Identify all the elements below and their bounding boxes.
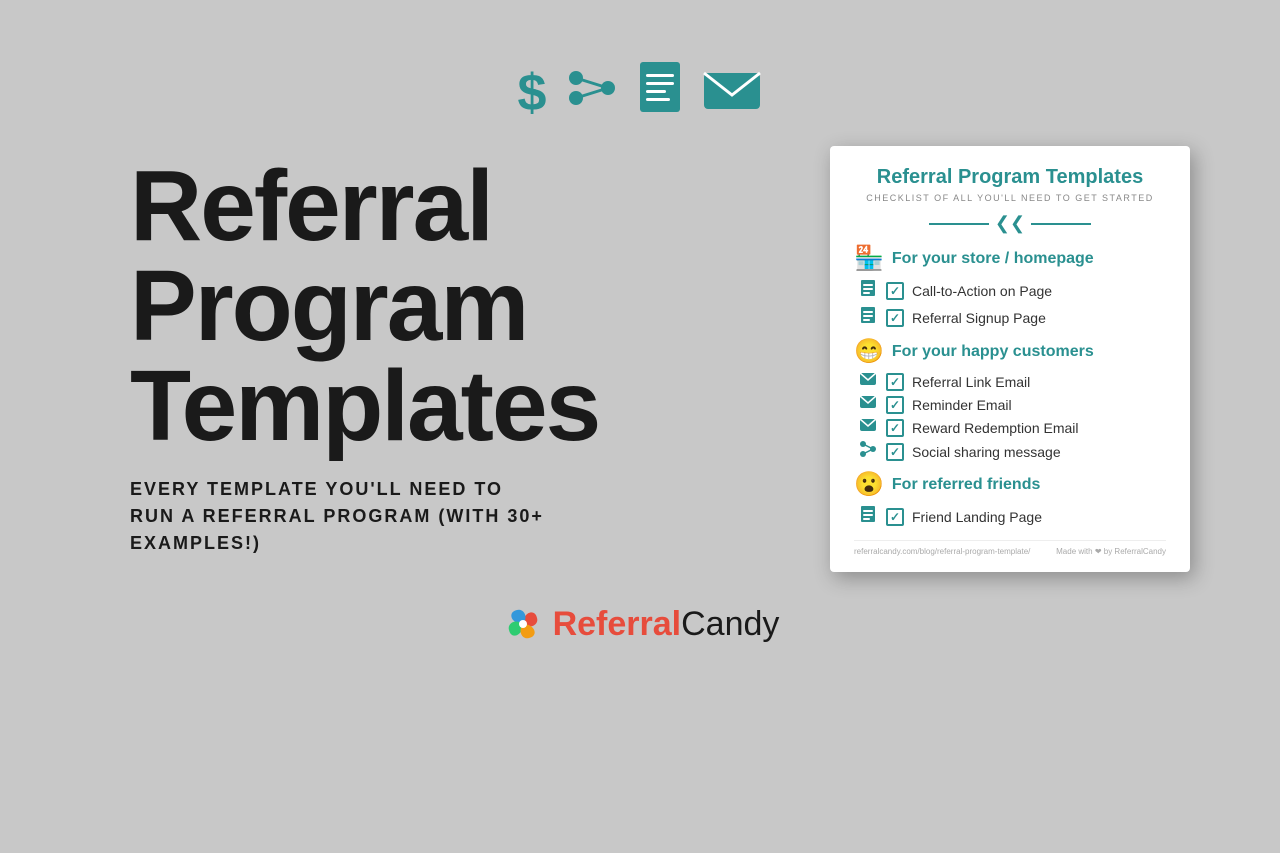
- footer-made-with: Made with ❤ by ReferralCandy: [1056, 547, 1166, 556]
- item-social: ✓ Social sharing message: [854, 441, 1166, 462]
- card-footer: referralcandy.com/blog/referral-program-…: [854, 540, 1166, 556]
- section-friends: 😮 For referred friends: [854, 470, 1166, 499]
- share-icon: [566, 66, 618, 121]
- logo-pinwheel-icon: [501, 602, 545, 646]
- item-reward-text: Reward Redemption Email: [912, 420, 1079, 436]
- item-reward: ✓ Reward Redemption Email: [854, 418, 1166, 437]
- doc-icon: [638, 60, 682, 126]
- checkbox-signup: ✓: [886, 309, 904, 327]
- divider-line-left: [929, 223, 989, 225]
- item-signup: ✓ Referral Signup Page: [854, 306, 1166, 329]
- item-cta-text: Call-to-Action on Page: [912, 283, 1052, 299]
- footer-url: referralcandy.com/blog/referral-program-…: [854, 547, 1030, 556]
- dollar-icon: $: [518, 63, 547, 123]
- doc-item-icon2: [858, 306, 878, 329]
- item-reminder: ✓ Reminder Email: [854, 395, 1166, 414]
- checkbox-landing: ✓: [886, 508, 904, 526]
- main-title: Referral Program Templates: [130, 156, 599, 456]
- arrow-left-icon: ❮❮: [995, 213, 1025, 234]
- section-store: 🏪 For your store / homepage: [854, 244, 1166, 273]
- content-area: Referral Program Templates EVERY TEMPLAT…: [90, 146, 1190, 572]
- checkbox-cta: ✓: [886, 282, 904, 300]
- doc-item-icon: [858, 279, 878, 302]
- subtitle: EVERY TEMPLATE YOU'LL NEED TO RUN A REFE…: [130, 476, 550, 557]
- item-social-text: Social sharing message: [912, 444, 1061, 460]
- checkbox-reminder: ✓: [886, 396, 904, 414]
- title-line2: Program: [130, 256, 599, 356]
- checklist-card: Referral Program Templates CHECKLIST OF …: [830, 146, 1190, 572]
- checkbox-referral-email: ✓: [886, 373, 904, 391]
- mail-item-icon: [858, 372, 878, 391]
- divider-line-right: [1031, 223, 1091, 225]
- right-section: Referral Program Templates CHECKLIST OF …: [830, 146, 1190, 572]
- section-customers-title: For your happy customers: [892, 343, 1094, 361]
- title-line3: Templates: [130, 356, 599, 456]
- doc-item-icon3: [858, 505, 878, 528]
- left-section: Referral Program Templates EVERY TEMPLAT…: [90, 146, 800, 557]
- logo-text: ReferralCandy: [553, 605, 780, 644]
- main-container: $: [0, 0, 1280, 853]
- share-item-icon: [858, 441, 878, 462]
- item-signup-text: Referral Signup Page: [912, 310, 1046, 326]
- checkbox-social: ✓: [886, 443, 904, 461]
- title-line1: Referral: [130, 156, 599, 256]
- logo-candy: Candy: [681, 605, 779, 643]
- section-store-title: For your store / homepage: [892, 250, 1094, 268]
- bottom-logo: ReferralCandy: [501, 602, 780, 646]
- card-subtitle: CHECKLIST OF ALL YOU'LL NEED TO GET STAR…: [854, 193, 1166, 203]
- surprised-emoji: 😮: [854, 470, 884, 499]
- card-divider: ❮❮: [854, 213, 1166, 234]
- item-cta: ✓ Call-to-Action on Page: [854, 279, 1166, 302]
- logo-referral: Referral: [553, 605, 682, 643]
- happy-emoji: 😁: [854, 337, 884, 366]
- top-icons-row: $: [518, 60, 763, 126]
- section-friends-title: For referred friends: [892, 476, 1040, 494]
- checkbox-reward: ✓: [886, 419, 904, 437]
- item-landing-text: Friend Landing Page: [912, 509, 1042, 525]
- card-title: Referral Program Templates: [854, 166, 1166, 189]
- mail-item-icon2: [858, 395, 878, 414]
- item-landing: ✓ Friend Landing Page: [854, 505, 1166, 528]
- store-emoji: 🏪: [854, 244, 884, 273]
- item-referral-email: ✓ Referral Link Email: [854, 372, 1166, 391]
- item-referral-email-text: Referral Link Email: [912, 374, 1030, 390]
- mail-icon: [702, 69, 762, 118]
- item-reminder-text: Reminder Email: [912, 397, 1012, 413]
- section-customers: 😁 For your happy customers: [854, 337, 1166, 366]
- mail-item-icon3: [858, 418, 878, 437]
